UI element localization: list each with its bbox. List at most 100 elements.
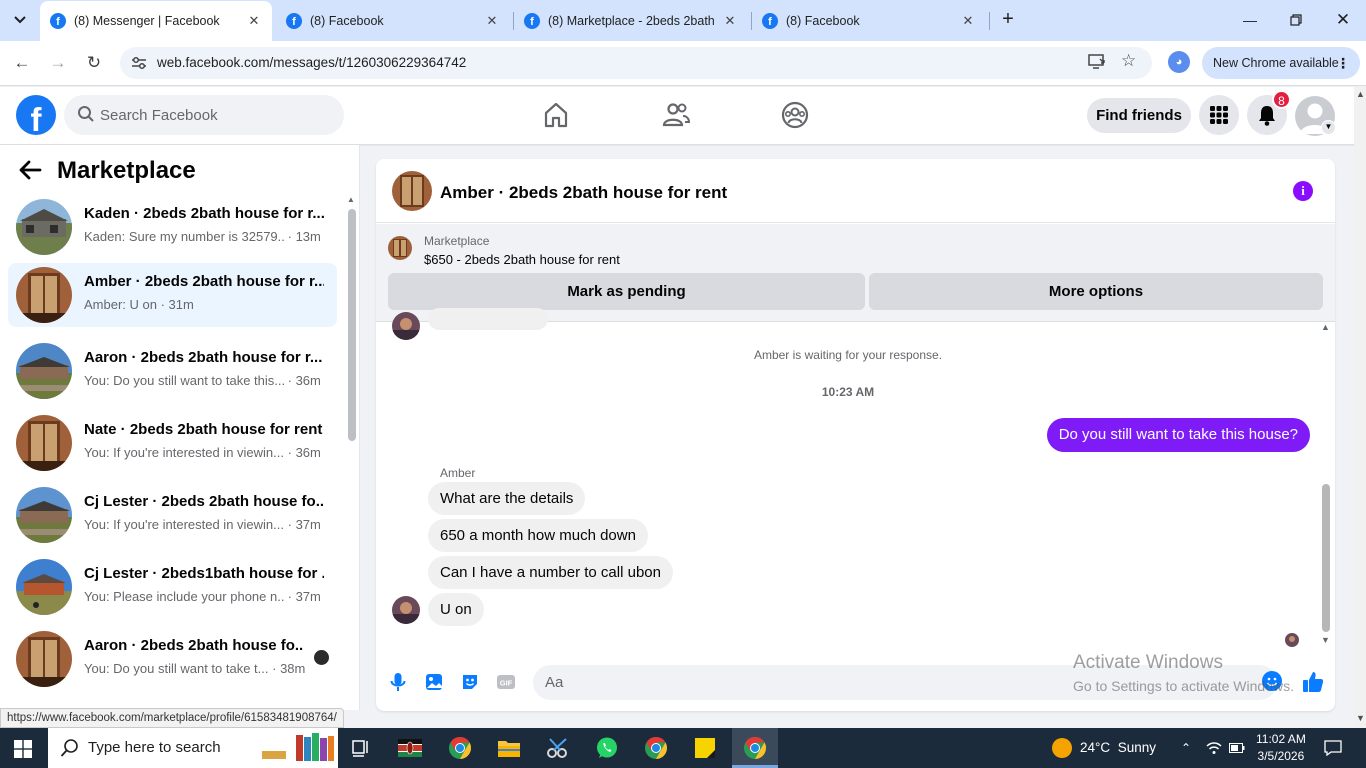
chrome-app-icon[interactable]: [446, 734, 474, 762]
taskbar-search-box[interactable]: Type here to search: [48, 728, 338, 768]
wifi-icon[interactable]: [1206, 728, 1222, 768]
emoji-icon[interactable]: [1262, 671, 1282, 691]
preview-time: · 36m: [287, 445, 321, 460]
close-tab-icon[interactable]: ✕: [246, 13, 262, 29]
task-view-icon[interactable]: [346, 734, 374, 762]
site-info-icon[interactable]: [131, 56, 147, 73]
facebook-logo-icon[interactable]: f: [16, 95, 56, 135]
minimize-icon[interactable]: —: [1238, 8, 1262, 32]
incoming-message-bubble[interactable]: Can I have a number to call ubon: [428, 556, 673, 589]
sticker-icon[interactable]: [460, 672, 480, 692]
home-icon[interactable]: [541, 100, 571, 130]
close-window-icon[interactable]: ✕: [1331, 8, 1355, 32]
listing-title[interactable]: $650 - 2beds 2bath house for rent: [424, 252, 620, 267]
update-chrome-button[interactable]: New Chrome available ⋮: [1202, 47, 1360, 79]
windows-start-icon[interactable]: [14, 740, 32, 758]
tab-messenger[interactable]: f (8) Messenger | Facebook ✕: [40, 1, 272, 41]
friends-icon[interactable]: [661, 100, 691, 130]
forward-arrow-icon[interactable]: →: [45, 50, 71, 76]
account-chevron-down-icon[interactable]: ▼: [1321, 120, 1336, 135]
notification-count-badge: 8: [1272, 90, 1291, 109]
address-bar[interactable]: web.facebook.com/messages/t/126030622936…: [120, 47, 1152, 79]
reload-icon[interactable]: ↻: [81, 50, 107, 76]
snipping-tool-icon[interactable]: [544, 734, 572, 762]
photo-attach-icon[interactable]: [424, 672, 444, 692]
file-explorer-icon[interactable]: [495, 734, 523, 762]
chrome-active-app-icon[interactable]: [741, 734, 769, 762]
message-input[interactable]: [545, 665, 1245, 700]
microphone-icon[interactable]: [388, 672, 408, 692]
install-app-icon[interactable]: [1088, 54, 1106, 74]
scroll-up-arrow-icon[interactable]: ▲: [347, 195, 355, 204]
back-arrow-icon[interactable]: [18, 159, 42, 185]
seen-by-avatar: [1285, 633, 1299, 647]
incoming-message-bubble[interactable]: U on: [428, 593, 484, 626]
kenya-flag-app-icon[interactable]: [396, 734, 424, 762]
info-icon[interactable]: i: [1293, 181, 1313, 201]
chat-title[interactable]: Amber · 2beds 2bath house for rent: [440, 183, 727, 203]
tab-facebook-2[interactable]: f (8) Facebook ✕: [752, 0, 986, 41]
close-tab-icon[interactable]: ✕: [722, 13, 738, 29]
sender-avatar[interactable]: [392, 596, 420, 624]
sender-name: Amber: [440, 466, 476, 480]
chat-scrollbar[interactable]: [1322, 484, 1330, 632]
weather-temp: 24°C: [1080, 740, 1111, 755]
listing-photo-house-exterior: [16, 559, 72, 615]
scroll-down-arrow-icon[interactable]: ▼: [1321, 635, 1330, 645]
incoming-message-bubble[interactable]: 650 a month how much down: [428, 519, 648, 552]
page-scrollbar[interactable]: ▲ ▼: [1354, 87, 1366, 728]
incoming-message-bubble[interactable]: What are the details: [428, 482, 586, 515]
sticky-notes-icon[interactable]: [691, 734, 719, 762]
conversation-name: Kaden · 2beds 2bath house for r...: [84, 205, 324, 222]
system-clock[interactable]: 11:02 AM 3/5/2026: [1256, 731, 1306, 765]
mark-as-pending-button[interactable]: Mark as pending: [388, 273, 865, 310]
chat-avatar[interactable]: [392, 171, 432, 211]
conversation-amber[interactable]: Amber · 2beds 2bath house for r... Amber…: [8, 263, 337, 327]
chrome-profile-icon[interactable]: ◕: [1168, 51, 1190, 73]
tray-chevron-up-icon[interactable]: ⌃: [1181, 728, 1191, 768]
gif-icon[interactable]: GIF: [496, 672, 516, 692]
find-friends-button[interactable]: Find friends: [1087, 98, 1191, 133]
marketplace-conversation-list: Marketplace Kaden · 2beds 2bath house fo…: [0, 145, 360, 710]
weather-widget[interactable]: 24°C Sunny: [1052, 728, 1156, 768]
restore-icon[interactable]: [1284, 8, 1308, 32]
chrome-app-icon[interactable]: [642, 734, 670, 762]
close-tab-icon[interactable]: ✕: [960, 13, 976, 29]
conversation-name: Cj Lester · 2beds 2bath house fo...: [84, 493, 324, 510]
whatsapp-icon[interactable]: [593, 734, 621, 762]
url-text: web.facebook.com/messages/t/126030622936…: [157, 55, 467, 70]
message-input-box[interactable]: [533, 665, 1277, 700]
thumbs-up-icon[interactable]: [1301, 670, 1325, 694]
conversation-nate[interactable]: Nate · 2beds 2bath house for rent You: I…: [8, 411, 337, 475]
weather-description: Sunny: [1117, 740, 1156, 755]
tab-marketplace[interactable]: f (8) Marketplace - 2beds 2bath ✕: [514, 0, 748, 41]
waiting-notice: Amber is waiting for your response.: [753, 348, 943, 362]
tab-facebook-1[interactable]: f (8) Facebook ✕: [276, 0, 510, 41]
scroll-up-arrow-icon[interactable]: ▲: [1356, 89, 1365, 99]
scroll-down-arrow-icon[interactable]: ▼: [1356, 713, 1365, 723]
more-options-button[interactable]: More options: [869, 273, 1323, 310]
groups-icon[interactable]: [780, 100, 810, 130]
close-tab-icon[interactable]: ✕: [484, 13, 500, 29]
sidebar-scrollbar[interactable]: [348, 209, 356, 441]
conversation-aaron[interactable]: Aaron · 2beds 2bath house for r... You: …: [8, 339, 337, 403]
menu-grid-button[interactable]: [1199, 95, 1239, 135]
conversation-cj-lester-2[interactable]: Cj Lester · 2beds1bath house for ... You…: [8, 555, 337, 619]
listing-photo-interior-doors: [16, 631, 72, 687]
battery-icon[interactable]: [1229, 728, 1245, 768]
conversation-kaden[interactable]: Kaden · 2beds 2bath house for r... Kaden…: [8, 195, 337, 259]
notification-center-icon[interactable]: [1324, 728, 1342, 768]
tab-search-chevron-icon[interactable]: [8, 8, 32, 32]
bookmark-star-icon[interactable]: ☆: [1121, 51, 1136, 71]
new-tab-plus-icon[interactable]: +: [996, 8, 1020, 32]
chrome-menu-icon[interactable]: ⋮: [1336, 47, 1350, 79]
listing-thumbnail[interactable]: [388, 236, 412, 260]
facebook-search-box[interactable]: [64, 95, 344, 135]
outgoing-message-bubble[interactable]: Do you still want to take this house?: [1046, 418, 1310, 452]
conversation-aaron-2[interactable]: Aaron · 2beds 2bath house fo... You: Do …: [8, 627, 337, 691]
search-input[interactable]: [100, 95, 330, 135]
conversation-cj-lester-1[interactable]: Cj Lester · 2beds 2bath house fo... You:…: [8, 483, 337, 547]
back-arrow-icon[interactable]: ←: [9, 50, 35, 76]
scroll-up-arrow-icon[interactable]: ▲: [1321, 322, 1330, 332]
preview-time: · 37m: [287, 589, 321, 604]
